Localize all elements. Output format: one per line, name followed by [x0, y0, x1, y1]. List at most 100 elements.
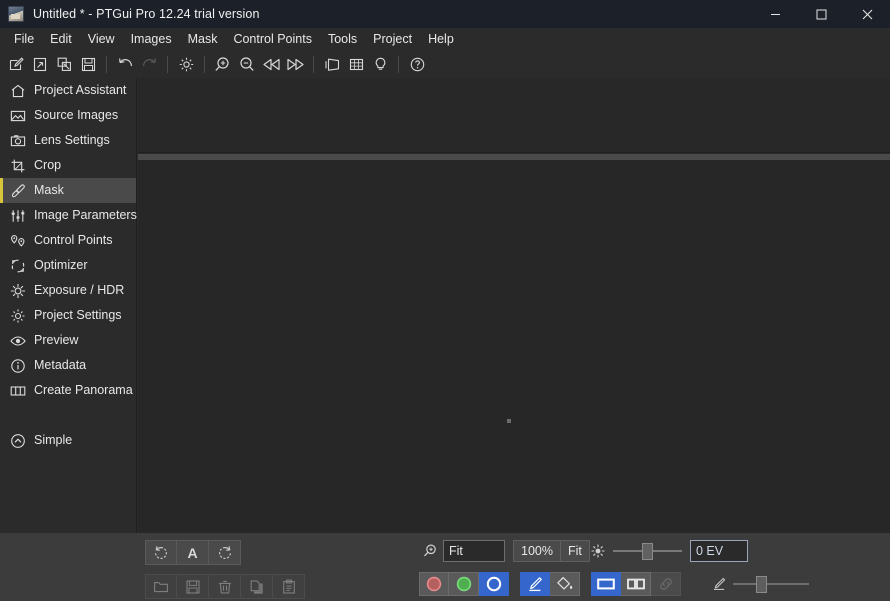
sidebar-item-source-images[interactable]: Source Images — [0, 103, 136, 128]
paste-mask-button[interactable] — [273, 574, 305, 599]
save-mask-button[interactable] — [177, 574, 209, 599]
brush-size-controls — [710, 575, 809, 593]
sidebar-item-exposure-hdr[interactable]: Exposure / HDR — [0, 278, 136, 303]
menu-bar: File Edit View Images Mask Control Point… — [0, 28, 890, 50]
sidebar-mode-label: Simple — [34, 432, 72, 449]
toolbar-separator — [204, 56, 205, 73]
image-icon — [9, 107, 26, 124]
mask-green-button[interactable] — [449, 572, 479, 596]
menu-tools[interactable]: Tools — [320, 29, 365, 50]
exposure-slider[interactable] — [613, 542, 682, 560]
sidebar-item-label: Exposure / HDR — [34, 282, 124, 299]
single-view-button[interactable] — [591, 572, 621, 596]
sidebar-mode-toggle[interactable]: Simple — [0, 428, 136, 453]
sidebar-item-create-panorama[interactable]: Create Panorama — [0, 378, 136, 403]
delete-mask-button[interactable] — [209, 574, 241, 599]
zoom-input[interactable] — [443, 540, 505, 562]
window-title: Untitled * - PTGui Pro 12.24 trial versi… — [33, 7, 260, 21]
brush-slider-knob[interactable] — [756, 576, 767, 593]
align-images-icon[interactable] — [320, 52, 344, 76]
mask-canvas[interactable] — [138, 160, 890, 533]
sidebar-item-control-points[interactable]: Control Points — [0, 228, 136, 253]
fill-tool-button[interactable] — [550, 572, 580, 596]
sidebar-item-label: Control Points — [34, 232, 113, 249]
rotate-ccw-icon — [153, 545, 169, 561]
mask-red-button[interactable] — [419, 572, 449, 596]
sidebar-item-label: Mask — [34, 182, 64, 199]
rotate-left-button[interactable] — [145, 540, 177, 565]
menu-file[interactable]: File — [6, 29, 42, 50]
new-project-icon[interactable] — [4, 52, 28, 76]
dual-view-button[interactable] — [621, 572, 651, 596]
help-icon[interactable] — [405, 52, 429, 76]
brush-cursor — [507, 419, 511, 423]
menu-project[interactable]: Project — [365, 29, 420, 50]
exposure-value-input[interactable] — [690, 540, 748, 562]
main-toolbar — [0, 50, 890, 78]
sidebar-item-label: Project Assistant — [34, 82, 126, 99]
sidebar-item-lens-settings[interactable]: Lens Settings — [0, 128, 136, 153]
map-pins-icon — [9, 232, 26, 249]
red-circle-icon — [425, 575, 443, 593]
brush-size-slider[interactable] — [733, 575, 809, 593]
sidebar-item-preview[interactable]: Preview — [0, 328, 136, 353]
menu-edit[interactable]: Edit — [42, 29, 80, 50]
mask-tool-group — [520, 572, 580, 596]
dual-pane-icon — [626, 576, 646, 592]
zoom-preset-group: 100% Fit — [513, 540, 590, 562]
toolbar-separator — [313, 56, 314, 73]
ptgui-app-icon — [8, 6, 24, 22]
zoom-out-icon[interactable] — [235, 52, 259, 76]
letter-a-icon: A — [187, 546, 197, 560]
copy-mask-button[interactable] — [241, 574, 273, 599]
maximize-button[interactable] — [798, 0, 844, 28]
menu-view[interactable]: View — [80, 29, 123, 50]
open-project-icon[interactable] — [28, 52, 52, 76]
settings-gear-icon[interactable] — [174, 52, 198, 76]
menu-control-points[interactable]: Control Points — [225, 29, 320, 50]
zoom-fit-button[interactable]: Fit — [561, 540, 590, 562]
load-mask-button[interactable] — [145, 574, 177, 599]
save-as-icon[interactable] — [52, 52, 76, 76]
paint-fill-icon — [556, 575, 574, 593]
sidebar-item-label: Create Panorama — [34, 382, 133, 399]
rotate-right-button[interactable] — [209, 540, 241, 565]
white-circle-icon — [485, 575, 503, 593]
zoom-in-icon[interactable] — [211, 52, 235, 76]
grid-icon[interactable] — [344, 52, 368, 76]
mask-bottom-toolbar: A — [138, 533, 890, 601]
save-icon[interactable] — [76, 52, 100, 76]
brush-size-icon — [710, 575, 728, 593]
sidebar-item-project-assistant[interactable]: Project Assistant — [0, 78, 136, 103]
auto-rotate-button[interactable]: A — [177, 540, 209, 565]
pen-tool-button[interactable] — [520, 572, 550, 596]
exposure-slider-knob[interactable] — [642, 543, 653, 560]
sidebar-item-label: Optimizer — [34, 257, 87, 274]
sidebar-item-metadata[interactable]: Metadata — [0, 353, 136, 378]
sidebar-item-mask[interactable]: Mask — [0, 178, 136, 203]
close-button[interactable] — [844, 0, 890, 28]
sidebar-item-crop[interactable]: Crop — [0, 153, 136, 178]
mask-file-button-group — [145, 574, 305, 599]
menu-mask[interactable]: Mask — [180, 29, 226, 50]
sidebar-item-optimizer[interactable]: Optimizer — [0, 253, 136, 278]
zoom-100-button[interactable]: 100% — [513, 540, 561, 562]
lightbulb-icon[interactable] — [368, 52, 392, 76]
undo-icon[interactable] — [113, 52, 137, 76]
next-image-icon[interactable] — [283, 52, 307, 76]
sidebar-item-label: Preview — [34, 332, 78, 349]
image-thumbnail-strip[interactable] — [138, 78, 890, 153]
sidebar-item-image-parameters[interactable]: Image Parameters — [0, 203, 136, 228]
minimize-button[interactable] — [752, 0, 798, 28]
mask-view-group — [591, 572, 681, 596]
panorama-icon — [9, 382, 26, 399]
sidebar-item-project-settings[interactable]: Project Settings — [0, 303, 136, 328]
menu-images[interactable]: Images — [123, 29, 180, 50]
floppy-icon — [185, 579, 201, 595]
menu-help[interactable]: Help — [420, 29, 462, 50]
copy-icon — [249, 579, 265, 595]
mask-erase-button[interactable] — [479, 572, 509, 596]
redo-icon[interactable] — [137, 52, 161, 76]
previous-image-icon[interactable] — [259, 52, 283, 76]
link-views-button[interactable] — [651, 572, 681, 596]
